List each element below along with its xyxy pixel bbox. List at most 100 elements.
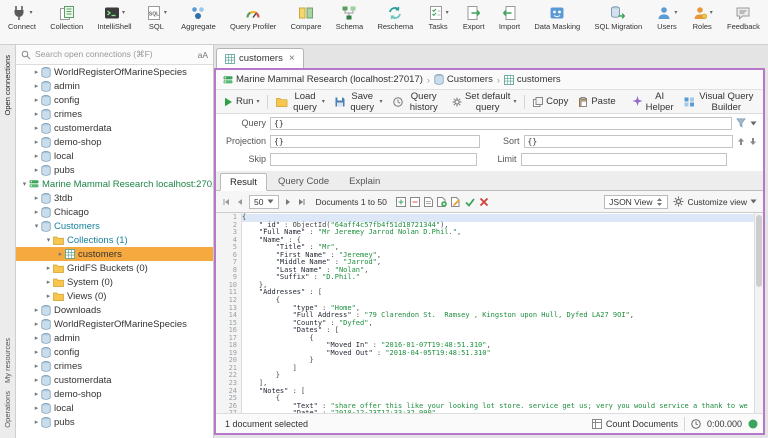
- tree-item-crimes[interactable]: ▸crimes: [16, 359, 213, 373]
- rail-tab-my-resources[interactable]: My resources: [3, 334, 12, 387]
- tree-item-views-0[interactable]: ▸Views (0): [16, 289, 213, 303]
- breadcrumb-collection[interactable]: customers: [504, 74, 561, 85]
- sort-descending-icon[interactable]: [749, 137, 757, 146]
- sort-input[interactable]: [524, 135, 734, 148]
- topbar-button-feedback[interactable]: Feedback: [725, 4, 762, 31]
- topbar-button-intellishell[interactable]: ▾IntelliShell: [95, 4, 133, 31]
- copy-button[interactable]: Copy: [531, 94, 570, 109]
- topbar-button-import[interactable]: Import: [497, 4, 522, 31]
- expand-documents-icon[interactable]: [396, 197, 406, 207]
- customize-view-button[interactable]: Customize view: [673, 196, 757, 207]
- expander-icon[interactable]: ▸: [32, 390, 41, 398]
- expander-icon[interactable]: ▸: [32, 152, 41, 160]
- tree-item-chicago[interactable]: ▸Chicago: [16, 205, 213, 219]
- edit-document-icon[interactable]: [451, 197, 461, 207]
- expander-icon[interactable]: ▸: [32, 404, 41, 412]
- expander-icon[interactable]: ▸: [32, 166, 41, 174]
- topbar-button-aggregate[interactable]: Aggregate: [179, 4, 218, 31]
- topbar-button-sql[interactable]: SQL▾SQL: [144, 4, 169, 31]
- add-document-icon[interactable]: [437, 197, 447, 207]
- tab-result[interactable]: Result: [220, 173, 267, 191]
- chevron-down-icon[interactable]: [750, 121, 757, 126]
- close-icon[interactable]: ×: [289, 53, 295, 64]
- page-size-select[interactable]: 50: [249, 195, 279, 209]
- tree-item-collections-1[interactable]: ▾Collections (1): [16, 233, 213, 247]
- expander-icon[interactable]: ▸: [44, 292, 53, 300]
- next-page-icon[interactable]: [284, 198, 292, 206]
- tree-item-system-0[interactable]: ▸System (0): [16, 275, 213, 289]
- tree-item-config[interactable]: ▸config: [16, 345, 213, 359]
- tree-search-row[interactable]: Search open connections (⌘F) aA: [16, 45, 213, 65]
- paste-button[interactable]: Paste: [576, 94, 617, 109]
- expander-icon[interactable]: ▸: [32, 96, 41, 104]
- rail-tab-operations[interactable]: Operations: [3, 387, 12, 432]
- tree-item-gridfs-buckets-0[interactable]: ▸GridFS Buckets (0): [16, 261, 213, 275]
- topbar-button-export[interactable]: Export: [461, 4, 487, 31]
- topbar-button-schema[interactable]: Schema: [334, 4, 366, 31]
- expander-icon[interactable]: ▾: [32, 222, 41, 230]
- expander-icon[interactable]: ▸: [32, 82, 41, 90]
- expander-icon[interactable]: ▸: [32, 194, 41, 202]
- tree-item-pubs[interactable]: ▸pubs: [16, 415, 213, 429]
- tree-item-demo-shop[interactable]: ▸demo-shop: [16, 387, 213, 401]
- expander-icon[interactable]: ▸: [32, 306, 41, 314]
- expander-icon[interactable]: ▾: [44, 236, 53, 244]
- tab-query-code[interactable]: Query Code: [269, 172, 338, 190]
- previous-page-icon[interactable]: [236, 198, 244, 206]
- set-default-query-button[interactable]: Set default query ▾: [450, 89, 519, 115]
- tree-item-3tdb[interactable]: ▸3tdb: [16, 191, 213, 205]
- tree-item-worldregisterofmarinespecies[interactable]: ▸WorldRegisterOfMarineSpecies: [16, 65, 213, 79]
- match-case-toggle[interactable]: aA: [198, 50, 208, 60]
- expander-icon[interactable]: ▸: [32, 110, 41, 118]
- topbar-button-compare[interactable]: Compare: [289, 4, 324, 31]
- filter-funnel-icon[interactable]: [736, 118, 746, 128]
- topbar-button-tasks[interactable]: ▾Tasks: [426, 4, 451, 31]
- projection-input[interactable]: [270, 135, 480, 148]
- tab-explain[interactable]: Explain: [340, 172, 389, 190]
- tab-customers[interactable]: customers ×: [216, 48, 304, 68]
- topbar-button-reschema[interactable]: Reschema: [375, 4, 415, 31]
- expander-icon[interactable]: ▸: [44, 264, 53, 272]
- tree-item-worldregisterofmarinespecies[interactable]: ▸WorldRegisterOfMarineSpecies: [16, 317, 213, 331]
- expander-icon[interactable]: ▸: [44, 278, 53, 286]
- tree-item-admin[interactable]: ▸admin: [16, 79, 213, 93]
- expander-icon[interactable]: ▾: [20, 180, 29, 188]
- expander-icon[interactable]: ▸: [32, 334, 41, 342]
- last-page-icon[interactable]: [297, 198, 306, 206]
- view-mode-select[interactable]: JSON View: [604, 195, 668, 209]
- tree-item-local[interactable]: ▸local: [16, 401, 213, 415]
- collapse-documents-icon[interactable]: [410, 197, 420, 207]
- sort-ascending-icon[interactable]: [737, 137, 745, 146]
- limit-input[interactable]: [521, 153, 728, 166]
- rail-tab-open-connections[interactable]: Open connections: [3, 51, 12, 119]
- tree-item-crimes[interactable]: ▸crimes: [16, 107, 213, 121]
- run-button[interactable]: Run ▾: [222, 94, 261, 109]
- ai-helper-button[interactable]: AI Helper: [630, 89, 676, 115]
- skip-input[interactable]: [270, 153, 477, 166]
- expander-icon[interactable]: ▸: [32, 68, 41, 76]
- expander-icon[interactable]: ▸: [32, 320, 41, 328]
- expander-icon[interactable]: ▸: [32, 362, 41, 370]
- tree-item-local[interactable]: ▸local: [16, 149, 213, 163]
- topbar-button-collection[interactable]: Collection: [48, 4, 85, 31]
- tree-item-demo-shop[interactable]: ▸demo-shop: [16, 135, 213, 149]
- expander-icon[interactable]: ▸: [32, 138, 41, 146]
- tree-item-customerdata[interactable]: ▸customerdata: [16, 373, 213, 387]
- delete-document-icon[interactable]: [479, 197, 489, 207]
- validate-document-icon[interactable]: [465, 197, 475, 207]
- topbar-button-users[interactable]: ▾Users: [654, 4, 679, 31]
- breadcrumb-database[interactable]: Customers: [434, 74, 493, 85]
- load-query-button[interactable]: Load query ▾: [274, 89, 327, 115]
- topbar-button-data-masking[interactable]: Data Masking: [532, 4, 582, 31]
- query-input[interactable]: [270, 117, 732, 130]
- tree-item-customerdata[interactable]: ▸customerdata: [16, 121, 213, 135]
- expander-icon[interactable]: ▸: [32, 376, 41, 384]
- tree-item-config[interactable]: ▸config: [16, 93, 213, 107]
- save-query-button[interactable]: Save query ▾: [333, 89, 385, 115]
- view-document-icon[interactable]: [424, 197, 433, 207]
- topbar-button-roles[interactable]: ▾Roles: [690, 4, 715, 31]
- tree-item-customers[interactable]: ▸customers: [16, 247, 213, 261]
- tree-item-downloads[interactable]: ▸Downloads: [16, 303, 213, 317]
- tree-item-marine-mammal-research-localhost-27017[interactable]: ▾Marine Mammal Research localhost:27017: [16, 177, 213, 191]
- first-page-icon[interactable]: [222, 198, 231, 206]
